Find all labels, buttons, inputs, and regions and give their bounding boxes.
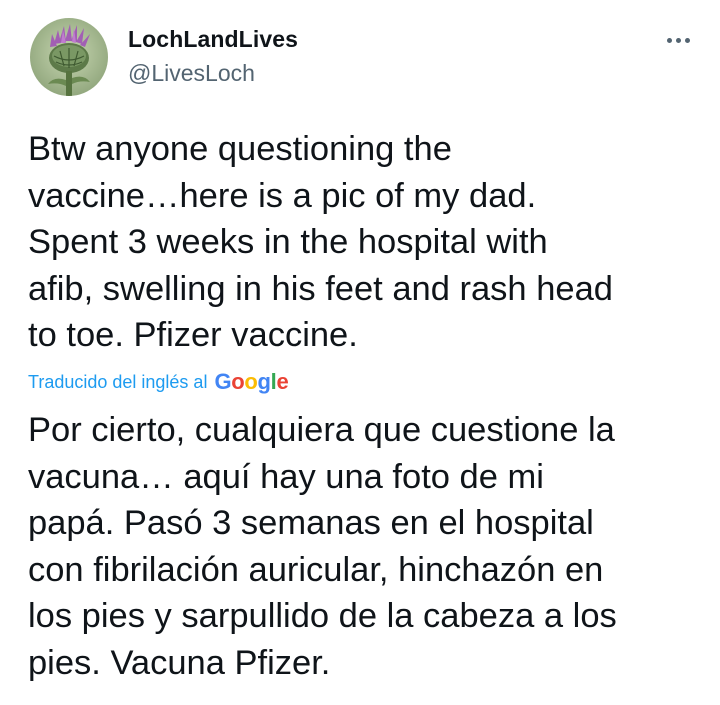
display-name[interactable]: LochLandLives xyxy=(128,26,298,53)
google-logo: Google xyxy=(214,369,289,394)
translated-tweet-text: Por cierto, cualquiera que cuestione la … xyxy=(28,411,617,682)
tweet-text: Btw anyone questioning the vaccine…here … xyxy=(28,130,613,354)
thistle-avatar-icon xyxy=(30,18,108,96)
more-horizontal-icon xyxy=(675,37,681,43)
more-options-button[interactable] xyxy=(656,28,700,52)
translated-by-link[interactable]: Traducido del inglés al xyxy=(28,372,207,393)
tweet: LochLandLives @LivesLoch Btw anyone ques… xyxy=(0,0,720,705)
user-handle[interactable]: @LivesLoch xyxy=(128,60,255,87)
more-horizontal-icon xyxy=(666,37,672,43)
avatar[interactable] xyxy=(30,18,108,96)
more-horizontal-icon xyxy=(684,37,690,43)
translation-attribution: Traducido del inglés al Google xyxy=(28,367,289,397)
